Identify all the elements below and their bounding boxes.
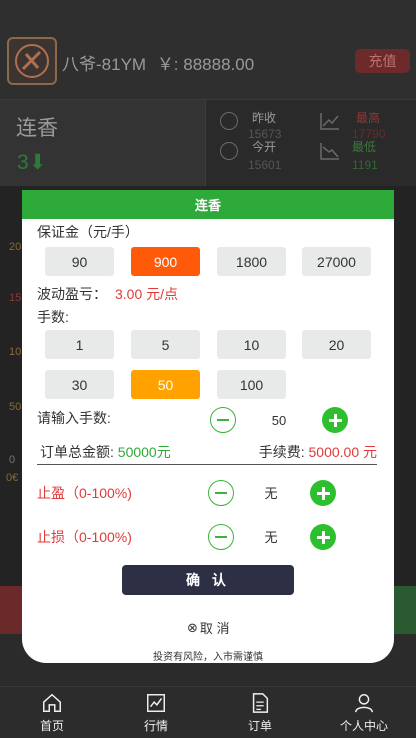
product-price: 3⬇ — [17, 150, 46, 175]
stat-value: 15601 — [248, 158, 282, 172]
buy-up-button[interactable] — [0, 586, 24, 634]
logo-icon — [15, 44, 49, 78]
nav-label: 首页 — [39, 718, 64, 733]
close-circle-icon: ⊗ — [187, 619, 198, 635]
take-profit-value[interactable]: 无 — [251, 483, 291, 502]
price-value: 3 — [17, 151, 29, 174]
trend-up-icon — [320, 113, 339, 130]
axis-label: 0 — [9, 454, 16, 466]
nav-label: 行情 — [143, 718, 168, 733]
quote-panel: 连香 3⬇ 昨收 15673 最高 17790 今开 15601 最低 1191 — [0, 100, 416, 186]
stop-loss-value[interactable]: 无 — [251, 527, 291, 546]
axis-label: 50 — [9, 401, 22, 413]
home-icon — [43, 693, 61, 712]
trend-down-icon — [320, 143, 339, 160]
lots-option[interactable]: 20 — [302, 330, 371, 359]
fluct-value: 3.00 元/点 — [115, 286, 179, 302]
lots-input[interactable]: 50 — [259, 413, 299, 428]
stat-label: 今开 — [252, 140, 277, 154]
axis-label: 0€ — [6, 472, 19, 484]
fluct-row: 波动盈亏： 3.00 元/点 — [37, 284, 178, 304]
user-balance: ￥: 88888.00 — [156, 55, 255, 74]
nav-market[interactable]: 行情 — [104, 687, 208, 738]
take-profit-label: 止盈（0-100%) — [37, 485, 132, 501]
total-value: 50000元 — [117, 444, 171, 460]
modal-title: 连香 — [22, 190, 394, 219]
lots-option-selected[interactable]: 50 — [131, 370, 200, 399]
buy-down-button[interactable] — [392, 586, 416, 634]
user-name: 八爷-81YM — [62, 55, 147, 74]
margin-option[interactable]: 1800 — [217, 247, 286, 276]
margin-label: 保证金（元/手） — [37, 224, 139, 240]
axis-label: 15 — [9, 292, 22, 304]
fluct-label: 波动盈亏： — [37, 286, 107, 302]
lots-option[interactable]: 5 — [131, 330, 200, 359]
take-profit-plus-button[interactable] — [310, 480, 336, 506]
nav-profile[interactable]: 个人中心 — [312, 687, 416, 738]
nav-orders[interactable]: 订单 — [208, 687, 312, 738]
stat-value: 1191 — [352, 158, 378, 172]
axis-label: 10 — [9, 346, 22, 358]
stop-loss-minus-button[interactable] — [208, 524, 234, 550]
fee-row: 手续费: 5000.00 元 — [259, 442, 377, 462]
down-arrow-icon: ⬇ — [28, 151, 47, 174]
lots-option[interactable]: 30 — [45, 370, 114, 399]
lots-option[interactable]: 100 — [217, 370, 286, 399]
product-name: 连香 — [16, 117, 58, 140]
confirm-button[interactable]: 确 认 — [122, 565, 294, 595]
lots-plus-button[interactable] — [322, 407, 348, 433]
stat-label: 最低 — [352, 140, 377, 154]
nav-label: 订单 — [247, 718, 272, 733]
stat-label: 昨收 — [252, 111, 277, 125]
stat-label: 最高 — [356, 111, 381, 125]
clock-icon — [220, 112, 238, 130]
cancel-label: 取 消 — [199, 621, 230, 636]
margin-option[interactable]: 27000 — [302, 247, 371, 276]
document-icon — [252, 692, 269, 713]
order-modal: 连香 保证金（元/手） 90 900 1800 27000 波动盈亏： 3.00 … — [22, 190, 394, 663]
fee-value: 5000.00 元 — [308, 444, 378, 460]
fee-label: 手续费: — [258, 444, 305, 460]
order-summary: 订单总金额: 50000元 手续费: 5000.00 元 — [37, 440, 377, 465]
stop-loss-plus-button[interactable] — [310, 524, 336, 550]
user-icon — [355, 693, 373, 712]
take-profit-minus-button[interactable] — [208, 480, 234, 506]
total-row: 订单总金额: 50000元 — [40, 442, 171, 462]
chart-icon — [147, 693, 165, 712]
axis-label: 20 — [9, 241, 22, 253]
refresh-icon — [220, 142, 238, 160]
recharge-button[interactable]: 充值 — [355, 49, 410, 73]
cancel-button[interactable]: ⊗ 取 消 — [187, 618, 230, 637]
bottom-nav: 首页 行情 订单 个人中心 — [0, 686, 416, 738]
nav-label: 个人中心 — [339, 718, 388, 733]
top-bar: 八爷-81YM ￥: 88888.00 充值 — [0, 0, 416, 100]
total-label: 订单总金额: — [40, 444, 114, 460]
stop-loss-label: 止损（0-100%) — [37, 529, 132, 545]
input-lots-label: 请输入手数: — [37, 410, 111, 426]
risk-warning: 投资有风险，入市需谨慎 — [153, 652, 263, 663]
user-info: 八爷-81YM ￥: 88888.00 — [62, 50, 254, 75]
lots-option[interactable]: 1 — [45, 330, 114, 359]
margin-option-selected[interactable]: 900 — [131, 247, 200, 276]
lots-minus-button[interactable] — [210, 407, 236, 433]
lots-option[interactable]: 10 — [217, 330, 286, 359]
avatar[interactable] — [7, 37, 57, 85]
margin-option[interactable]: 90 — [45, 247, 114, 276]
product-box: 连香 3⬇ — [0, 100, 206, 186]
nav-home[interactable]: 首页 — [0, 687, 104, 738]
lots-label: 手数: — [37, 309, 69, 325]
